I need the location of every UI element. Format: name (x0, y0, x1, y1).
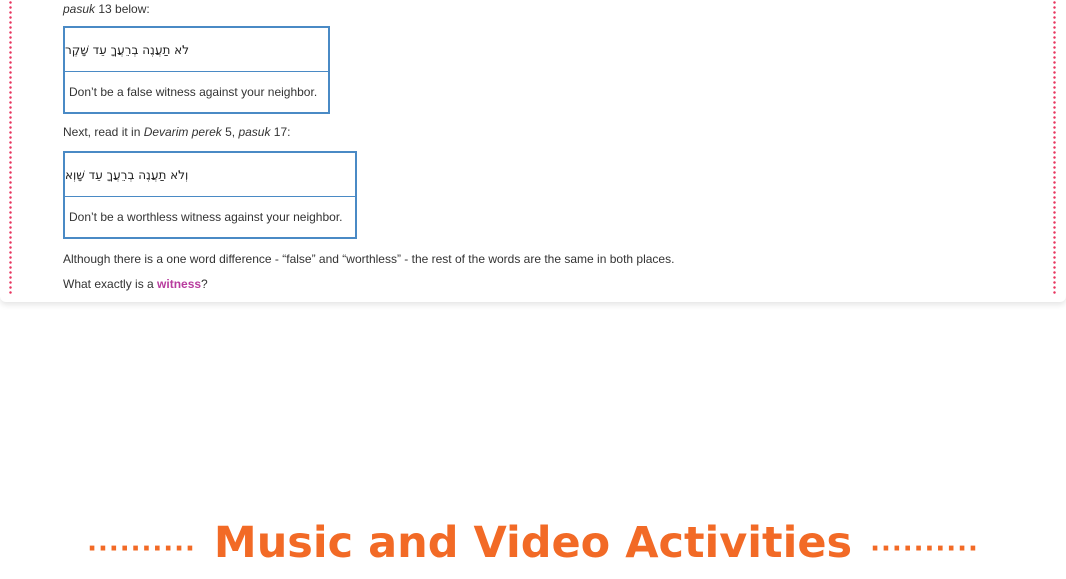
next-prefix: Next, read it in (63, 125, 144, 139)
banner-dots-left: ·········· (87, 534, 196, 564)
next-mid: 5, (221, 125, 239, 139)
dotted-border-right (1053, 0, 1056, 296)
intro-italic: pasuk (63, 2, 96, 16)
next-line: Next, read it in Devarim perek 5, pasuk … (63, 125, 290, 139)
next-book: Devarim (143, 125, 189, 139)
verse-english: Don’t be a false witness against your ne… (69, 85, 318, 99)
verse-box-devarim: וְלֹא תַעֲנֶה בְרֵעֲךָ עֵד שָׁוְא Don’t … (63, 151, 357, 239)
verse-box-shemot: לֹא תַעֲנֶה בְרֵעֲךָ עֵד שָׁקֶר Don’t be… (63, 26, 330, 114)
dotted-border-left (9, 0, 12, 296)
lesson-card: pasuk 13 below: לֹא תַעֲנֶה בְרֵעֲךָ עֵד… (0, 0, 1066, 302)
question-suffix: ? (201, 277, 208, 291)
verse-english: Don’t be a worthless witness against you… (69, 210, 343, 224)
witness-link[interactable]: witness (157, 277, 201, 291)
comparison-text: Although there is a one word difference … (63, 252, 675, 266)
intro-rest: 13 below: (95, 2, 150, 16)
verse-hebrew: וְלֹא תַעֲנֶה בְרֵעֲךָ עֵד שָׁוְא (65, 153, 355, 197)
next-suffix: 17: (270, 125, 291, 139)
next-pasuk-word: pasuk (238, 125, 271, 139)
verse-hebrew: לֹא תַעֲנֶה בְרֵעֲךָ עֵד שָׁקֶר (65, 28, 328, 72)
section-title: Music and Video Activities (213, 518, 853, 568)
question-line: What exactly is a witness? (63, 277, 208, 291)
next-perek-word: perek (191, 125, 222, 139)
banner-dots-right: ·········· (870, 534, 979, 564)
section-banner: ·········· Music and Video Activities ··… (0, 510, 1066, 576)
intro-line: pasuk 13 below: (63, 2, 150, 16)
question-prefix: What exactly is a (63, 277, 158, 291)
